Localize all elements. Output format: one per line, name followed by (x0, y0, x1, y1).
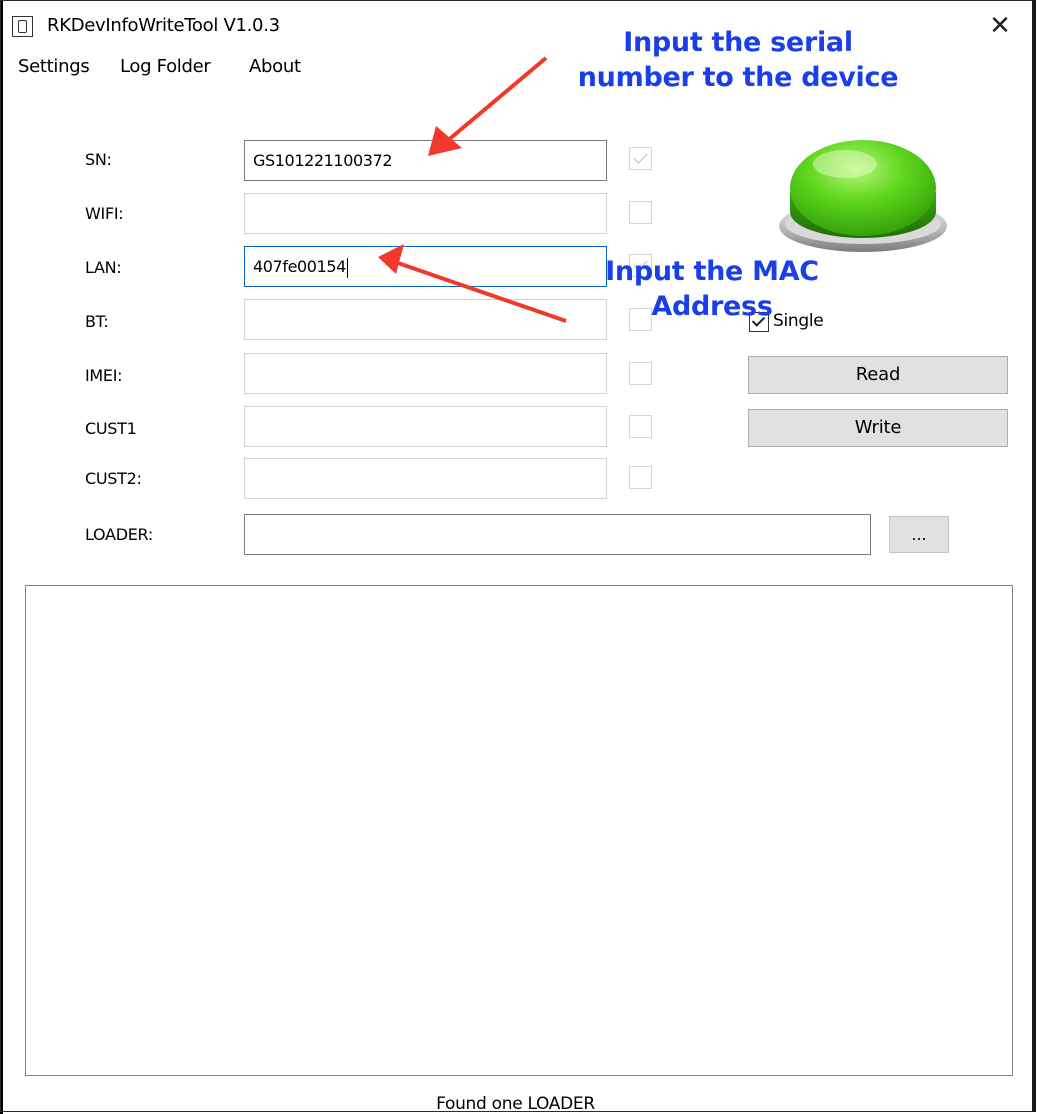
lan-value: 407fe00154 (253, 257, 346, 276)
cust2-label: CUST2: (85, 469, 142, 488)
read-button[interactable]: Read (748, 356, 1008, 394)
sn-input[interactable]: GS101221100372 (244, 140, 607, 181)
menu-log-folder[interactable]: Log Folder (120, 56, 211, 77)
mac-annotation: Input the MAC Address (594, 254, 830, 324)
write-button[interactable]: Write (748, 409, 1008, 447)
menu-settings[interactable]: Settings (18, 56, 90, 77)
cust2-checkbox[interactable] (629, 466, 652, 489)
status-text: Found one LOADER (436, 1094, 595, 1114)
green-button-icon (770, 130, 956, 256)
lan-input[interactable]: 407fe00154 (244, 246, 607, 287)
wifi-checkbox[interactable] (629, 201, 652, 224)
serial-annotation: Input the serial number to the device (560, 25, 916, 95)
menu-about[interactable]: About (249, 56, 301, 77)
loader-label: LOADER: (85, 525, 153, 544)
wifi-input[interactable] (244, 193, 607, 234)
serial-annotation-line1: Input the serial (623, 27, 853, 58)
imei-input[interactable] (244, 353, 607, 394)
mac-annotation-line2: Address (651, 291, 773, 322)
serial-annotation-line2: number to the device (577, 62, 899, 93)
cust1-label: CUST1 (85, 419, 137, 438)
imei-checkbox[interactable] (629, 362, 652, 385)
cust1-input[interactable] (244, 406, 607, 447)
window-title: RKDevInfoWriteTool V1.0.3 (47, 15, 280, 36)
text-caret (346, 257, 348, 278)
imei-label: IMEI: (85, 366, 123, 385)
cust1-checkbox[interactable] (629, 415, 652, 438)
app-icon (12, 16, 33, 37)
cust2-input[interactable] (244, 458, 607, 499)
sn-value: GS101221100372 (253, 151, 393, 170)
wifi-label: WIFI: (85, 204, 124, 223)
bt-label: BT: (85, 312, 109, 331)
lan-label: LAN: (85, 258, 122, 277)
sn-checkbox[interactable] (629, 147, 652, 170)
sn-label: SN: (85, 150, 112, 169)
browse-button[interactable]: ... (889, 516, 949, 553)
mac-annotation-line1: Input the MAC (605, 256, 819, 287)
log-output[interactable] (25, 585, 1013, 1076)
close-icon[interactable]: ✕ (985, 11, 1015, 41)
loader-input[interactable] (244, 514, 871, 555)
bt-input[interactable] (244, 299, 607, 340)
window-border-left (0, 0, 3, 1114)
